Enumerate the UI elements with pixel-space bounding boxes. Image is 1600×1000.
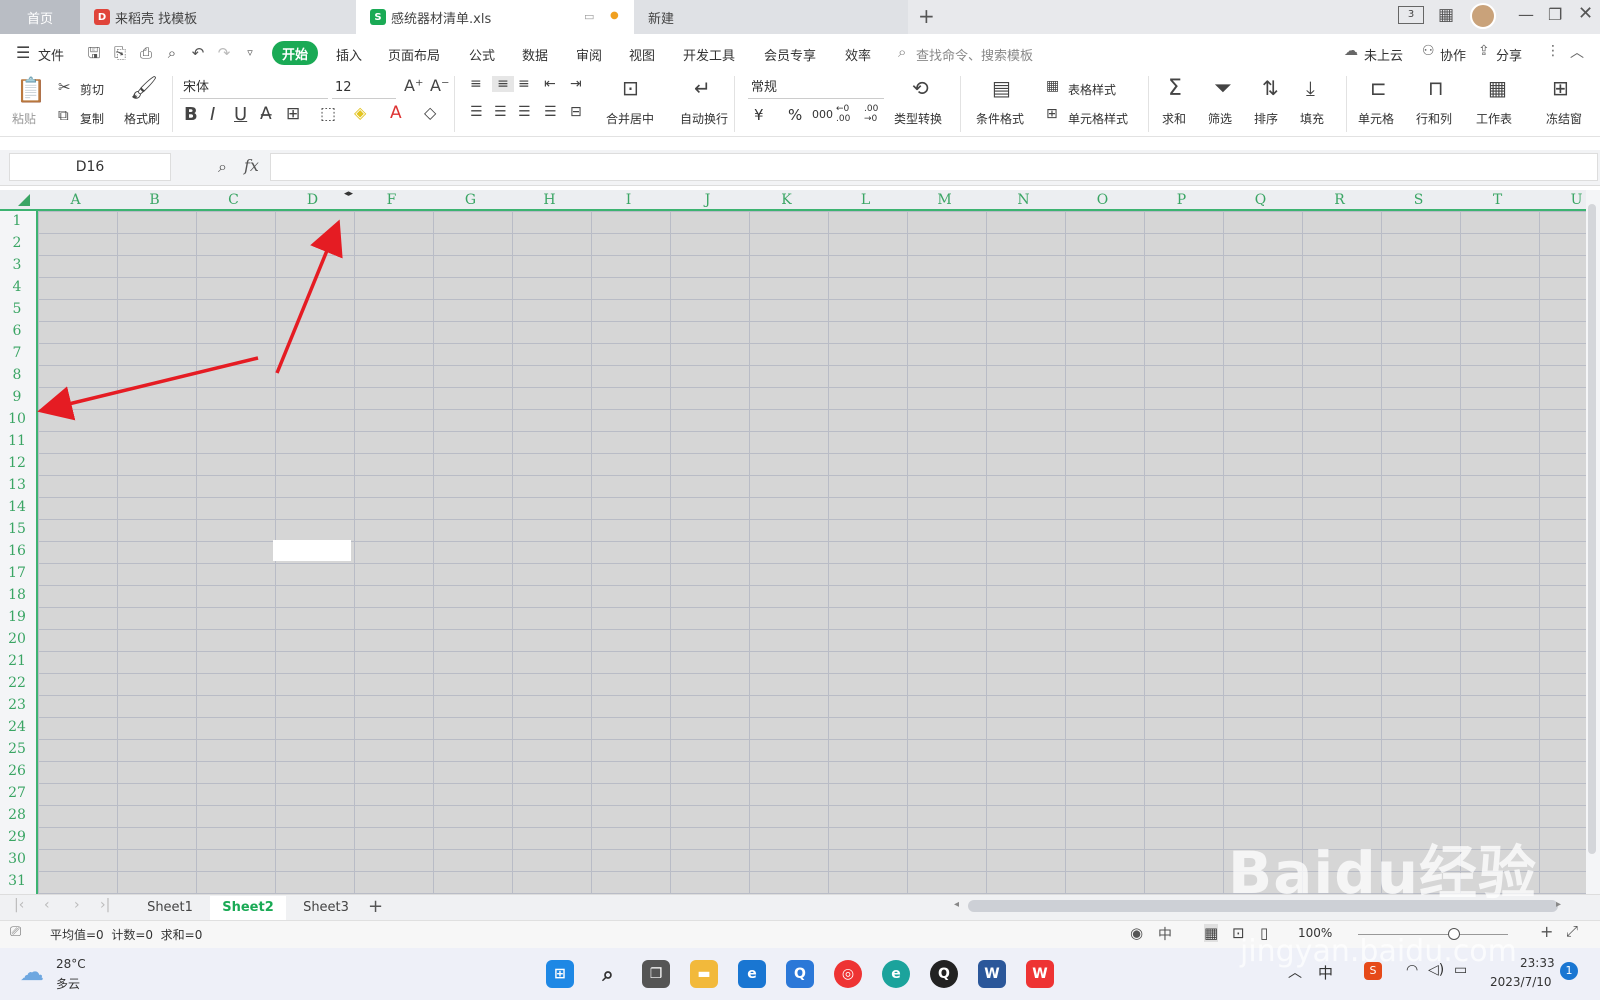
input-mode-icon[interactable]: 中 — [1158, 924, 1172, 944]
windows-start-icon[interactable]: ⊞ — [546, 960, 574, 988]
weather-cloud-icon[interactable]: ☁ — [20, 958, 44, 986]
sheet-tab-3[interactable]: Sheet3 — [288, 896, 364, 920]
weather-desc: 多云 — [56, 977, 81, 991]
file-explorer-icon[interactable]: ▬ — [690, 960, 718, 988]
scroll-right-icon[interactable]: ▸ — [1556, 899, 1561, 910]
task-view-icon[interactable]: ❐ — [642, 960, 670, 988]
macro-icon[interactable]: ⎚ — [10, 924, 21, 940]
notification-badge[interactable]: 1 — [1560, 962, 1578, 980]
first-sheet-icon[interactable]: |‹ — [14, 897, 24, 913]
qbrowser-icon[interactable]: Q — [786, 960, 814, 988]
add-sheet-icon[interactable]: + — [368, 896, 383, 917]
sheet-tab-1[interactable]: Sheet1 — [132, 896, 208, 920]
edge-icon[interactable]: e — [882, 960, 910, 988]
baidu-watermark-url: jingyan.baidu.com — [1240, 934, 1517, 969]
last-sheet-icon[interactable]: ›| — [100, 897, 110, 913]
ie-icon[interactable]: e — [738, 960, 766, 988]
selection-stats: 平均值=0 计数=0 求和=0 — [50, 928, 203, 942]
zoom-in-icon[interactable]: + — [1540, 922, 1553, 941]
eye-protect-icon[interactable]: ◉ — [1130, 924, 1143, 942]
fullscreen-icon[interactable]: ⤢ — [1566, 922, 1578, 940]
qq-icon[interactable]: Q — [930, 960, 958, 988]
word-icon[interactable]: W — [978, 960, 1006, 988]
wps-icon[interactable]: W — [1026, 960, 1054, 988]
clock-date[interactable]: 2023/7/10 — [1490, 975, 1552, 989]
baidu-watermark: Baidu经验 — [1228, 839, 1538, 907]
prev-sheet-icon[interactable]: ‹ — [44, 897, 50, 913]
taskbar-search-icon[interactable]: ⌕ — [594, 960, 622, 988]
next-sheet-icon[interactable]: › — [74, 897, 80, 913]
clock-time[interactable]: 23:33 — [1520, 956, 1555, 970]
scroll-left-icon[interactable]: ◂ — [954, 899, 959, 910]
arrow-to-column-header — [275, 219, 343, 374]
weather-temp: 28°C — [56, 957, 86, 971]
sheet-tab-2[interactable]: Sheet2 — [210, 896, 286, 920]
chrome-icon[interactable]: ◎ — [834, 960, 862, 988]
arrow-to-row-header — [37, 356, 259, 421]
normal-view-icon[interactable]: ▦ — [1204, 924, 1219, 942]
